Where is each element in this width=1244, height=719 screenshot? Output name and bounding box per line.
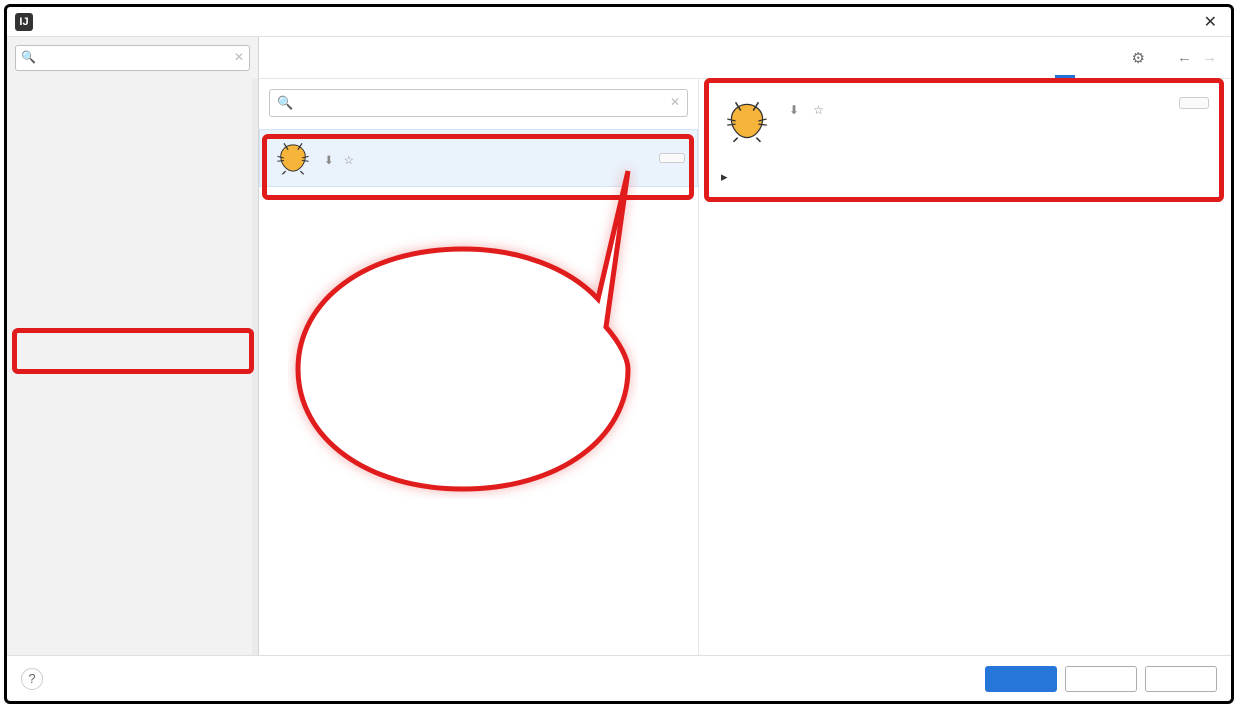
clear-icon[interactable]: ✕ xyxy=(670,95,680,109)
content-area: 🔍 ✕ ⚙ xyxy=(7,37,1231,655)
download-icon: ⬇ xyxy=(324,153,334,167)
plugin-info: ⬇ ☆ xyxy=(324,150,649,167)
plugin-search: 🔍 ✕ xyxy=(269,89,688,117)
install-button[interactable] xyxy=(659,153,685,163)
detail-title-block: ⬇ ☆ xyxy=(789,97,1163,129)
app-icon: IJ xyxy=(15,13,33,31)
download-icon: ⬇ xyxy=(789,103,799,117)
tomcat-icon xyxy=(721,97,773,145)
nav-arrows: ← → xyxy=(1177,49,1217,66)
plugin-meta: ⬇ ☆ xyxy=(324,153,649,167)
back-icon[interactable]: ← xyxy=(1177,49,1192,66)
cancel-button[interactable] xyxy=(1065,666,1137,692)
footer: ? xyxy=(7,655,1231,701)
sidebar-search: 🔍 ✕ xyxy=(15,45,250,71)
close-icon[interactable]: ✕ xyxy=(1198,10,1223,34)
sidebar-search-input[interactable] xyxy=(15,45,250,71)
gear-icon[interactable]: ⚙ xyxy=(1132,49,1145,67)
change-notes-toggle[interactable]: ▸ xyxy=(721,169,1209,185)
tab-installed[interactable] xyxy=(1079,37,1114,78)
forward-icon[interactable]: → xyxy=(1202,49,1217,66)
chevron-right-icon: ▸ xyxy=(721,169,728,185)
detail-header: ⬇ ☆ xyxy=(721,97,1209,145)
star-icon: ☆ xyxy=(813,103,824,117)
install-button[interactable] xyxy=(1179,97,1209,109)
titlebar: IJ ✕ xyxy=(7,7,1231,37)
sidebar: 🔍 ✕ xyxy=(7,37,259,655)
detail-pane: ⬇ ☆ xyxy=(699,79,1231,655)
help-icon[interactable]: ? xyxy=(21,668,43,690)
tab-marketplace[interactable] xyxy=(1055,37,1075,78)
tomcat-icon xyxy=(272,140,314,176)
plugin-search-input[interactable] xyxy=(269,89,688,117)
star-icon: ☆ xyxy=(344,153,354,167)
main-body: 🔍 ✕ xyxy=(259,79,1231,655)
settings-window: IJ ✕ 🔍 ✕ xyxy=(4,4,1234,704)
main-header: ⚙ ← → xyxy=(259,37,1231,79)
ok-button[interactable] xyxy=(985,666,1057,692)
results-pane: 🔍 ✕ xyxy=(259,79,699,655)
scrollbar[interactable] xyxy=(252,79,258,655)
search-icon: 🔍 xyxy=(21,50,36,64)
tabs: ⚙ ← → xyxy=(1055,37,1217,78)
search-icon: 🔍 xyxy=(277,95,293,111)
main-panel: ⚙ ← → 🔍 ✕ xyxy=(259,37,1231,655)
detail-meta-1: ⬇ ☆ xyxy=(789,103,1163,117)
results-header xyxy=(259,121,698,129)
plugin-result-item[interactable]: ⬇ ☆ xyxy=(259,129,698,187)
settings-tree[interactable] xyxy=(7,79,258,655)
apply-button[interactable] xyxy=(1145,666,1217,692)
clear-icon[interactable]: ✕ xyxy=(234,50,244,64)
